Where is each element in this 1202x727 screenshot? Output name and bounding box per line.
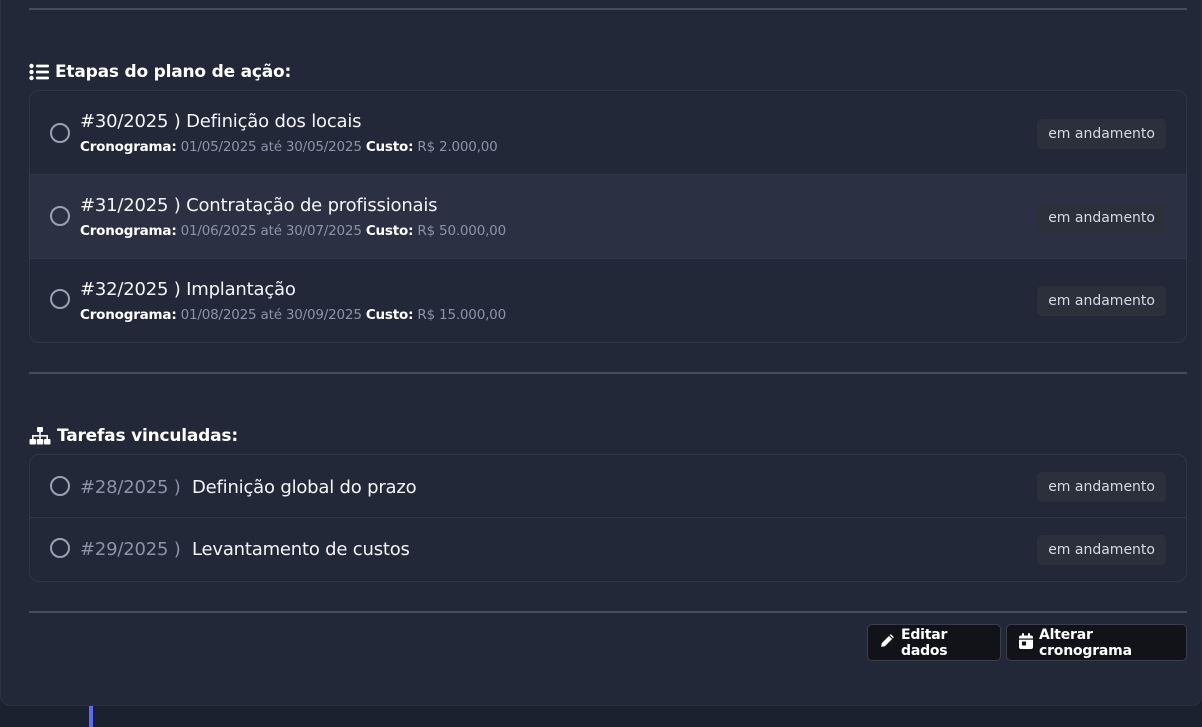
etapa-title: #31/2025 ) Contratação de profissionais: [80, 195, 438, 216]
custo-value: R$ 15.000,00: [417, 307, 506, 323]
tarefa-number: #29/2025 ): [80, 539, 181, 560]
edit-data-button[interactable]: Editar dados: [867, 624, 1001, 661]
etapa-row[interactable]: #30/2025 ) Definição dos locais Cronogra…: [30, 91, 1186, 175]
tarefas-list: #28/2025 ) Definição global do prazo em …: [29, 454, 1187, 582]
etapa-row[interactable]: #31/2025 ) Contratação de profissionais …: [30, 175, 1186, 259]
custo-label: Custo:: [365, 307, 414, 323]
cronograma-label: Cronograma:: [80, 223, 177, 239]
status-badge: em andamento: [1037, 535, 1166, 565]
radio-circle-icon[interactable]: [50, 206, 70, 226]
timeline-accent-line: [89, 706, 93, 727]
tarefa-name[interactable]: Definição global do prazo: [192, 477, 417, 498]
tarefa-name[interactable]: Levantamento de custos: [192, 539, 410, 560]
etapa-title: #30/2025 ) Definição dos locais: [80, 111, 362, 132]
etapa-row[interactable]: #32/2025 ) Implantação Cronograma: 01/08…: [30, 259, 1186, 342]
change-schedule-button[interactable]: Alterar cronograma: [1006, 624, 1187, 661]
status-badge: em andamento: [1037, 119, 1166, 149]
etapas-title-text: Etapas do plano de ação:: [55, 62, 292, 82]
list-icon: [29, 63, 49, 81]
radio-circle-icon[interactable]: [50, 538, 70, 558]
pencil-icon: [880, 633, 895, 652]
tarefas-section-title: Tarefas vinculadas:: [29, 426, 238, 446]
radio-circle-icon[interactable]: [50, 123, 70, 143]
status-badge: em andamento: [1037, 203, 1166, 233]
radio-circle-icon[interactable]: [50, 476, 70, 496]
tarefa-row[interactable]: #29/2025 ) Levantamento de custos em and…: [30, 518, 1186, 581]
sitemap-icon: [29, 427, 51, 445]
divider-top: [29, 8, 1187, 10]
etapas-section-title: Etapas do plano de ação:: [29, 62, 291, 82]
tarefa-row[interactable]: #28/2025 ) Definição global do prazo em …: [30, 455, 1186, 518]
custo-value: R$ 2.000,00: [417, 139, 498, 155]
cronograma-value: 01/08/2025 até 30/09/2025: [180, 307, 362, 323]
tarefa-number: #28/2025 ): [80, 477, 181, 498]
custo-value: R$ 50.000,00: [417, 223, 506, 239]
divider-bottom: [29, 611, 1187, 613]
calendar-icon: [1019, 632, 1033, 653]
etapa-meta: Cronograma: 01/06/2025 até 30/07/2025 Cu…: [80, 223, 506, 239]
radio-circle-icon[interactable]: [50, 289, 70, 309]
divider-middle: [29, 372, 1187, 374]
status-badge: em andamento: [1037, 472, 1166, 502]
status-badge: em andamento: [1037, 286, 1166, 316]
cronograma-label: Cronograma:: [80, 307, 177, 323]
detail-card: Etapas do plano de ação: #30/2025 ) Defi…: [0, 0, 1202, 706]
etapas-list: #30/2025 ) Definição dos locais Cronogra…: [29, 90, 1187, 343]
cronograma-value: 01/06/2025 até 30/07/2025: [180, 223, 362, 239]
etapa-meta: Cronograma: 01/05/2025 até 30/05/2025 Cu…: [80, 139, 498, 155]
change-schedule-label: Alterar cronograma: [1039, 626, 1132, 659]
etapa-meta: Cronograma: 01/08/2025 até 30/09/2025 Cu…: [80, 307, 506, 323]
cronograma-value: 01/05/2025 até 30/05/2025: [180, 139, 362, 155]
cronograma-label: Cronograma:: [80, 139, 177, 155]
custo-label: Custo:: [365, 223, 414, 239]
etapa-title: #32/2025 ) Implantação: [80, 279, 296, 300]
tarefas-title-text: Tarefas vinculadas:: [57, 426, 238, 446]
custo-label: Custo:: [365, 139, 414, 155]
edit-data-label: Editar dados: [901, 626, 948, 659]
